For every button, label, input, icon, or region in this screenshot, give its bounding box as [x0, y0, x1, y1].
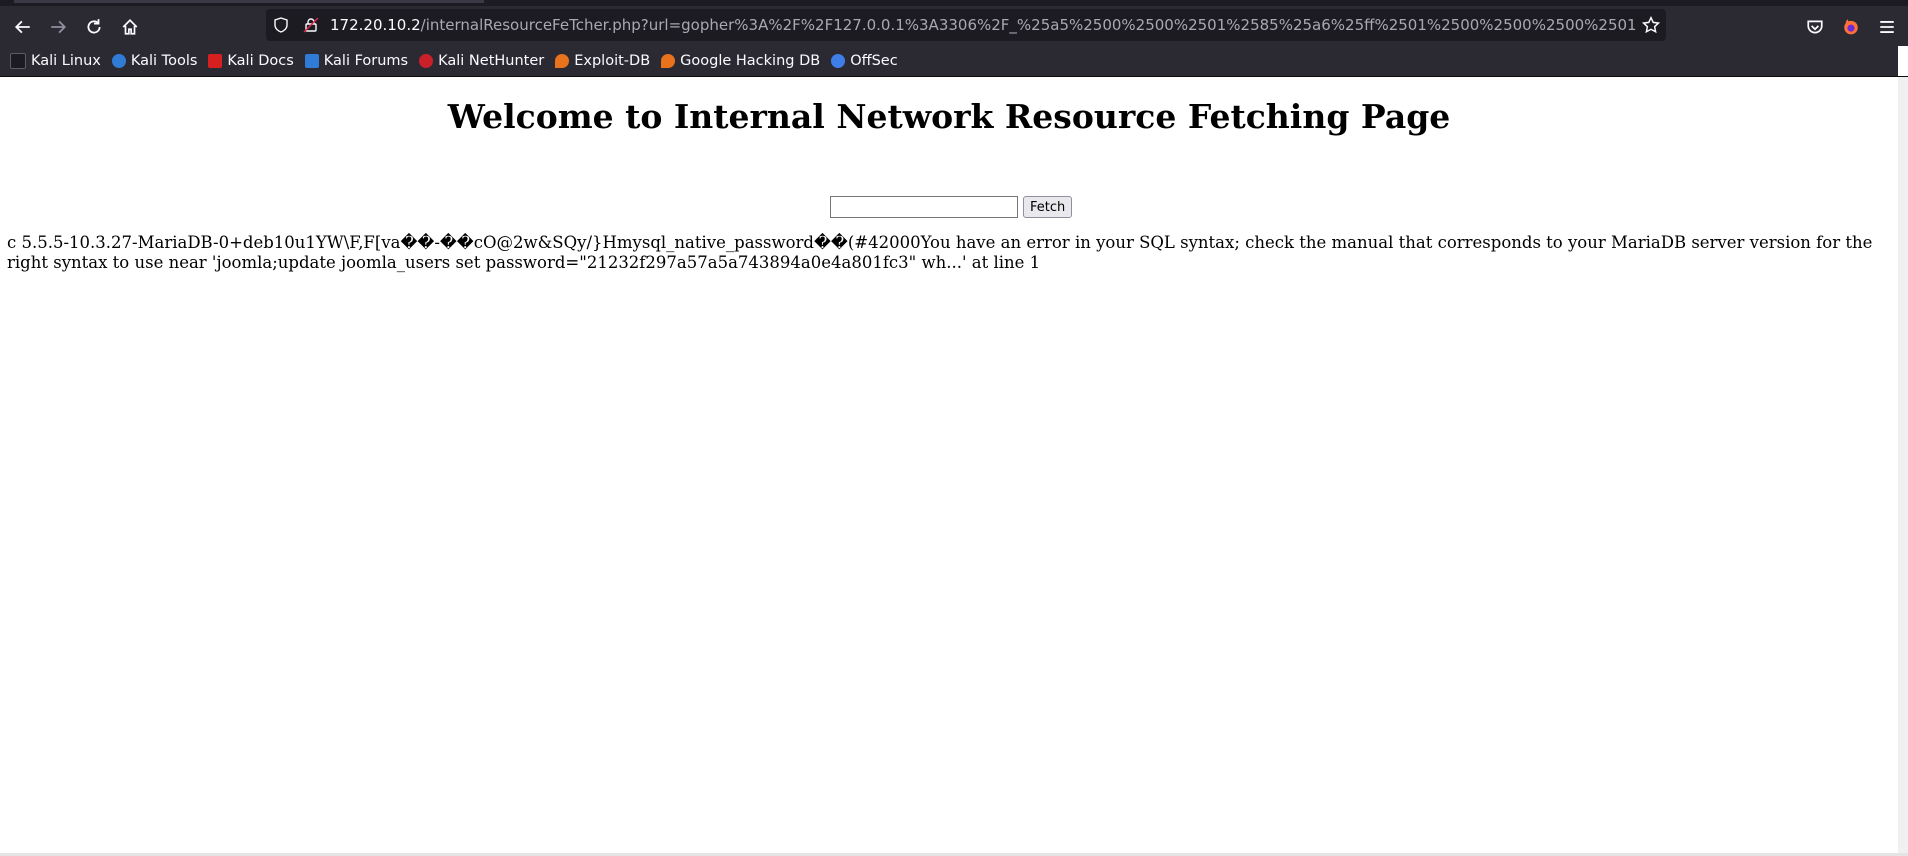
bookmark-label: Google Hacking DB — [680, 53, 821, 69]
url-input[interactable] — [830, 196, 1018, 218]
back-icon — [14, 20, 30, 34]
app-menu-button[interactable] — [1872, 12, 1902, 42]
pocket-icon — [1807, 20, 1823, 34]
fetch-form: Fetch — [830, 196, 1073, 218]
bookmark-label: Exploit-DB — [574, 53, 651, 69]
offsec-icon — [831, 54, 846, 68]
active-tab[interactable] — [14, 0, 484, 3]
forward-button[interactable] — [43, 12, 73, 42]
bookmark-label: Kali NetHunter — [438, 53, 545, 69]
firefox-account-icon — [1844, 19, 1858, 35]
star-icon — [1642, 16, 1660, 34]
bookmark-google-hacking-db[interactable]: Google Hacking DB — [661, 53, 820, 69]
bookmark-kali-linux[interactable]: Kali Linux — [10, 53, 101, 69]
page-title: Welcome to Internal Network Resource Fet… — [447, 97, 1451, 136]
bookmark-label: OffSec — [850, 53, 898, 69]
fetch-output: c 5.5.5-10.3.27-MariaDB-0+deb10u1YW\F,F[… — [7, 233, 1873, 272]
back-button[interactable] — [8, 12, 38, 42]
fetch-button[interactable]: Fetch — [1023, 196, 1073, 218]
page-content: Welcome to Internal Network Resource Fet… — [0, 77, 1898, 853]
bookmark-kali-docs[interactable]: Kali Docs — [208, 53, 294, 69]
bookmark-label: Kali Tools — [130, 53, 198, 69]
ghdb-icon — [661, 54, 676, 68]
toolbar-right — [1800, 12, 1908, 42]
url-host: 172.20.10.2 — [330, 16, 421, 34]
bookmark-offsec[interactable]: OffSec — [831, 53, 898, 69]
forward-icon — [51, 20, 67, 34]
navigation-toolbar: 172.20.10.2/internalResourceFeTcher.php?… — [0, 6, 1908, 46]
tracking-protection-button[interactable] — [266, 9, 296, 41]
extensions-button[interactable] — [1836, 12, 1866, 42]
reload-icon — [87, 19, 101, 34]
exploit-db-icon — [555, 54, 570, 68]
bookmark-label: Kali Docs — [227, 53, 294, 69]
bookmark-label: Kali Forums — [323, 53, 409, 69]
lock-icon — [303, 17, 319, 33]
home-icon — [122, 19, 138, 35]
site-info-button[interactable] — [296, 9, 326, 41]
bookmark-label: Kali Linux — [31, 53, 101, 69]
bookmark-kali-forums[interactable]: Kali Forums — [304, 53, 409, 69]
kali-tools-icon — [111, 54, 126, 68]
bookmark-exploit-db[interactable]: Exploit-DB — [555, 53, 650, 69]
scrollbar[interactable] — [1898, 77, 1908, 856]
bookmarks-toolbar: Kali Linux Kali Tools Kali Docs Kali For… — [0, 46, 1898, 76]
bookmark-star-button[interactable] — [1636, 9, 1666, 41]
reload-button[interactable] — [79, 12, 109, 42]
pocket-button[interactable] — [1800, 12, 1830, 42]
kali-docs-icon — [208, 54, 223, 68]
shield-icon — [274, 17, 288, 33]
url-bar[interactable]: 172.20.10.2/internalResourceFeTcher.php?… — [266, 9, 1666, 41]
url-path: /internalResourceFeTcher.php?url=gopher%… — [420, 16, 1636, 34]
home-button[interactable] — [115, 12, 145, 42]
menu-icon — [1880, 21, 1894, 33]
bookmark-kali-tools[interactable]: Kali Tools — [111, 53, 198, 69]
kali-forums-icon — [304, 54, 319, 68]
kali-nethunter-icon — [419, 54, 434, 68]
bookmark-kali-nethunter[interactable]: Kali NetHunter — [419, 53, 544, 69]
url-text[interactable]: 172.20.10.2/internalResourceFeTcher.php?… — [326, 16, 1636, 34]
kali-linux-icon — [10, 53, 26, 69]
